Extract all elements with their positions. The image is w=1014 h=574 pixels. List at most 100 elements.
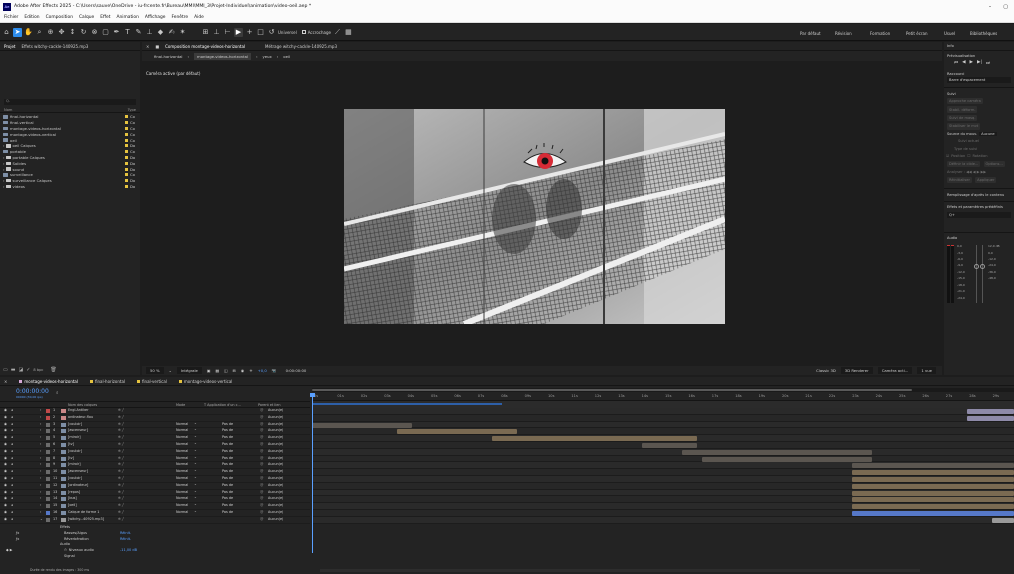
layer-duration-bar[interactable] bbox=[852, 504, 1014, 510]
track-matte-select[interactable]: Pas de bbox=[222, 442, 233, 446]
timecode[interactable]: 0:00:00:00 bbox=[286, 368, 307, 373]
layer-row[interactable]: ◉ ◂ › 1 Engl.Antiker ⊕ ╱ @ Aucun(e) bbox=[0, 408, 310, 415]
col-parent[interactable]: Parent et lien bbox=[258, 403, 281, 407]
layer-switches[interactable]: ⊕ ╱ bbox=[118, 449, 124, 453]
exposure-value[interactable]: +0,0 bbox=[258, 368, 267, 373]
parent-select[interactable]: Aucun(e) bbox=[268, 496, 283, 500]
visibility-eye-icon[interactable]: ◉ bbox=[4, 469, 7, 473]
transparency-grid-icon[interactable]: ▦ bbox=[215, 368, 219, 373]
visibility-eye-icon[interactable]: ◉ bbox=[4, 496, 7, 500]
expand-chevron-icon[interactable]: › bbox=[40, 510, 41, 514]
visibility-eye-icon[interactable]: ◉ bbox=[4, 510, 7, 514]
timeline-timecode[interactable]: 0:00:00:00 bbox=[16, 388, 49, 395]
audio-toggle-icon[interactable]: ◂ bbox=[11, 435, 13, 439]
prev-frame-icon[interactable]: ◀ bbox=[962, 60, 965, 66]
reset-link-2[interactable]: Réinit. bbox=[120, 537, 131, 541]
puppet-tool-icon[interactable]: ✶ bbox=[178, 28, 187, 37]
layer-switches[interactable]: ⊕ ╱ bbox=[118, 462, 124, 466]
menu-fenetre[interactable]: Fenêtre bbox=[171, 15, 188, 20]
tab-timeline-final-v[interactable]: final-vertical bbox=[137, 379, 167, 384]
layer-name[interactable]: [repos] bbox=[68, 490, 80, 494]
workspace-learning[interactable]: Formation bbox=[870, 31, 890, 36]
parent-link-icon[interactable]: @ bbox=[260, 469, 263, 473]
zoom-select[interactable]: 50 % bbox=[146, 367, 164, 374]
crumb-montage[interactable]: montage-videos-horizontal bbox=[194, 52, 251, 60]
layer-name[interactable]: Calque de forme 1 bbox=[68, 510, 99, 514]
parent-link-icon[interactable]: @ bbox=[260, 503, 263, 507]
layer-name[interactable]: [witchy...40925.mp3] bbox=[68, 517, 104, 521]
layer-row[interactable]: ◉ ◂ › 8 [tv] ⊕ ╱ Normal ⌄ Pas de @ Aucun(e) bbox=[0, 455, 310, 463]
parent-select[interactable]: Aucun(e) bbox=[268, 415, 283, 419]
audio-slider-right[interactable] bbox=[982, 245, 983, 304]
info-panel-title[interactable]: Info bbox=[944, 42, 1014, 51]
visibility-eye-icon[interactable]: ◉ bbox=[4, 503, 7, 507]
label-color-swatch[interactable] bbox=[125, 184, 128, 188]
axis-world-icon[interactable]: ⊥ bbox=[212, 28, 221, 37]
parent-link-icon[interactable]: @ bbox=[260, 422, 263, 426]
rotate-tool-icon[interactable]: ↻ bbox=[79, 28, 88, 37]
layer-switches[interactable]: ⊕ ╱ bbox=[118, 435, 124, 439]
eraser-tool-icon[interactable]: ◆ bbox=[156, 28, 165, 37]
work-area-bar[interactable] bbox=[312, 401, 1014, 408]
layer-label-swatch[interactable] bbox=[46, 476, 50, 481]
parent-link-icon[interactable]: @ bbox=[260, 490, 263, 494]
tab-timeline-montage-v[interactable]: montage-videos-vertical bbox=[178, 379, 232, 384]
label-color-swatch[interactable] bbox=[125, 150, 128, 154]
roto-tool-icon[interactable]: ✍ bbox=[167, 28, 176, 37]
timeline-search-icon[interactable]: ⌕ bbox=[56, 390, 59, 396]
blend-mode-select[interactable]: Normal bbox=[176, 510, 188, 514]
parent-select[interactable]: Aucun(e) bbox=[268, 517, 283, 521]
layer-duration-bar[interactable] bbox=[967, 408, 1014, 414]
track-matte-select[interactable]: Pas de bbox=[222, 483, 233, 487]
workspace-libraries[interactable]: Bibliothèques bbox=[970, 31, 997, 36]
layer-name[interactable]: [oeil] bbox=[68, 503, 77, 507]
audio-toggle-icon[interactable]: ◂ bbox=[11, 456, 13, 460]
track-matte-select[interactable]: Pas de bbox=[222, 462, 233, 466]
layer-label-swatch[interactable] bbox=[46, 422, 50, 427]
layer-duration-bar[interactable] bbox=[852, 497, 1014, 503]
layer-row[interactable]: ◉ ◂ › 7 [couloir] ⊕ ╱ Normal ⌄ Pas de @ Aucun(e) bbox=[0, 448, 310, 456]
menu-edition[interactable]: Edition bbox=[24, 15, 39, 20]
menu-fichier[interactable]: Fichier bbox=[4, 15, 18, 20]
composition-frame[interactable] bbox=[344, 109, 725, 324]
layer-duration-bar[interactable] bbox=[967, 415, 1014, 421]
layer-switches[interactable]: ⊕ ╱ bbox=[118, 428, 124, 432]
audio-slider-knob-right[interactable] bbox=[980, 264, 985, 270]
pan-tool-icon[interactable]: ✥ bbox=[57, 28, 66, 37]
layer-label-swatch[interactable] bbox=[46, 436, 50, 441]
parent-select[interactable]: Aucun(e) bbox=[268, 462, 283, 466]
layer-label-swatch[interactable] bbox=[46, 442, 50, 447]
blend-mode-select[interactable]: Normal bbox=[176, 442, 188, 446]
parent-select[interactable]: Aucun(e) bbox=[268, 483, 283, 487]
layer-name[interactable]: Engl.Antiker bbox=[68, 408, 89, 412]
close-timeline-icon[interactable]: × bbox=[4, 379, 7, 384]
stopwatch-icon[interactable]: ⏱ bbox=[64, 548, 67, 552]
visibility-eye-icon[interactable]: ◉ bbox=[4, 428, 7, 432]
parent-link-icon[interactable]: @ bbox=[260, 415, 263, 419]
expand-chevron-icon[interactable]: › bbox=[3, 161, 5, 166]
label-color-swatch[interactable] bbox=[125, 144, 128, 148]
audio-toggle-icon[interactable]: ◂ bbox=[11, 462, 13, 466]
audio-toggle-icon[interactable]: ◂ bbox=[11, 442, 13, 446]
layer-switches[interactable]: ⊕ ╱ bbox=[118, 490, 124, 494]
pen-tool-icon[interactable]: ✒ bbox=[112, 28, 121, 37]
visibility-eye-icon[interactable]: ◉ bbox=[4, 517, 7, 521]
track-camera-button[interactable]: Approche caméra bbox=[947, 98, 983, 105]
menu-effet[interactable]: Effet bbox=[100, 15, 110, 20]
snapping-checkbox[interactable] bbox=[301, 30, 306, 34]
layer-row[interactable]: ◉ ◂ › 14 [bus] ⊕ ╱ Normal ⌄ Pas de @ Aucun(e) bbox=[0, 495, 310, 504]
expand-chevron-icon[interactable]: › bbox=[40, 456, 41, 460]
layer-name[interactable]: [ordinateur] bbox=[68, 483, 88, 487]
motion-source-select[interactable]: Aucune bbox=[979, 131, 997, 136]
layer-label-swatch[interactable] bbox=[46, 449, 50, 454]
tracker-title[interactable]: Suivi bbox=[944, 87, 1014, 97]
view-count-select[interactable]: 1 vue bbox=[917, 367, 936, 374]
visibility-eye-icon[interactable]: ◉ bbox=[4, 415, 7, 419]
layer-label-swatch[interactable] bbox=[46, 510, 50, 515]
layer-name[interactable]: ordinateur-flou bbox=[68, 415, 93, 419]
layer-duration-bar[interactable] bbox=[852, 510, 1014, 516]
keyframe-nav-icon[interactable]: ◆ ▶ bbox=[6, 548, 13, 552]
time-navigator-range[interactable] bbox=[312, 389, 912, 391]
effects-presets-title[interactable]: Effets et paramètres prédéfinis bbox=[944, 201, 1014, 212]
hand-tool-icon[interactable]: ✋ bbox=[24, 28, 33, 37]
